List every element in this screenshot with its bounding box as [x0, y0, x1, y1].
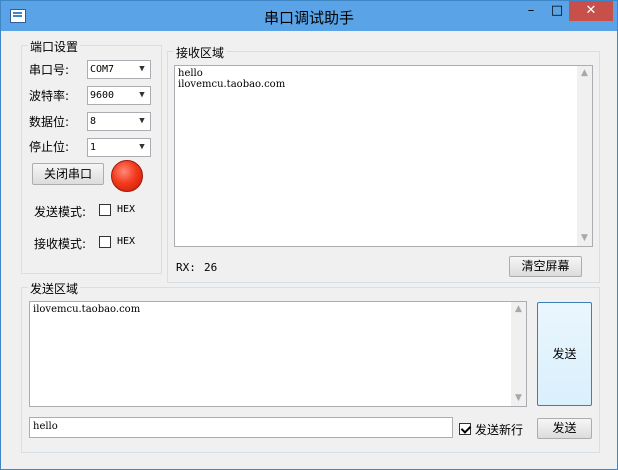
send-button-small[interactable]: 发送 [537, 418, 592, 439]
send-title: 发送区域 [28, 280, 81, 297]
databits-select-value: 8 [90, 116, 97, 127]
recv-mode-hex-checkbox[interactable] [99, 236, 111, 248]
app-window: 串口调试助手 – □ ✕ 端口设置 串口号: COM7 ▼ 波特率: 9600 … [0, 0, 618, 470]
databits-select[interactable]: 8 ▼ [87, 112, 151, 131]
port-label: 串口号: [29, 63, 70, 77]
scroll-down-icon[interactable]: ▼ [511, 391, 526, 406]
port-select[interactable]: COM7 ▼ [87, 60, 151, 79]
chevron-down-icon[interactable]: ▼ [136, 87, 148, 104]
send-newline-checkbox[interactable] [459, 423, 471, 435]
send-newline-label: 发送新行 [475, 423, 524, 437]
scroll-down-icon[interactable]: ▼ [577, 231, 592, 246]
send-line-input[interactable]: hello [29, 417, 453, 438]
chevron-down-icon[interactable]: ▼ [136, 139, 148, 156]
rx-count: 26 [204, 261, 218, 274]
recv-mode-label: 接收模式: [34, 237, 87, 251]
port-status-indicator [111, 160, 143, 192]
client-area: 端口设置 串口号: COM7 ▼ 波特率: 9600 ▼ 数据位: 8 ▼ 停止… [9, 31, 609, 463]
baud-select-value: 9600 [90, 90, 115, 101]
scroll-up-icon[interactable]: ▲ [577, 66, 592, 81]
maximize-button[interactable]: □ [544, 1, 570, 21]
title-bar[interactable]: 串口调试助手 – □ ✕ [1, 1, 617, 31]
send-mode-hex-checkbox[interactable] [99, 204, 111, 216]
send-text: ilovemcu.taobao.com [33, 304, 141, 315]
stopbits-label: 停止位: [29, 140, 70, 154]
send-button-large[interactable]: 发送 [537, 302, 592, 406]
scroll-up-icon[interactable]: ▲ [511, 302, 526, 317]
stopbits-select[interactable]: 1 ▼ [87, 138, 151, 157]
close-port-button[interactable]: 关闭串口 [32, 163, 104, 185]
chevron-down-icon[interactable]: ▼ [136, 61, 148, 78]
send-mode-hex-label: HEX [117, 204, 136, 215]
receive-title: 接收区域 [174, 44, 227, 61]
send-text-area[interactable]: ilovemcu.taobao.com ▲ ▼ [29, 301, 527, 407]
clear-screen-button[interactable]: 清空屏幕 [509, 256, 582, 277]
stopbits-select-value: 1 [90, 142, 97, 153]
rx-label: RX: [176, 261, 196, 274]
receive-scrollbar[interactable]: ▲ ▼ [577, 66, 592, 246]
minimize-button[interactable]: – [518, 1, 544, 21]
port-settings-title: 端口设置 [28, 38, 81, 55]
receive-line: hello [178, 68, 203, 79]
port-select-value: COM7 [90, 64, 115, 75]
baud-select[interactable]: 9600 ▼ [87, 86, 151, 105]
recv-mode-hex-label: HEX [117, 236, 136, 247]
send-mode-label: 发送模式: [34, 205, 87, 219]
receive-text-area[interactable]: hello ilovemcu.taobao.com ▲ ▼ [174, 65, 593, 247]
receive-line: ilovemcu.taobao.com [178, 79, 286, 90]
databits-label: 数据位: [29, 115, 70, 129]
send-scrollbar[interactable]: ▲ ▼ [511, 302, 526, 406]
baud-label: 波特率: [29, 89, 70, 103]
chevron-down-icon[interactable]: ▼ [136, 113, 148, 130]
close-button[interactable]: ✕ [569, 1, 613, 21]
